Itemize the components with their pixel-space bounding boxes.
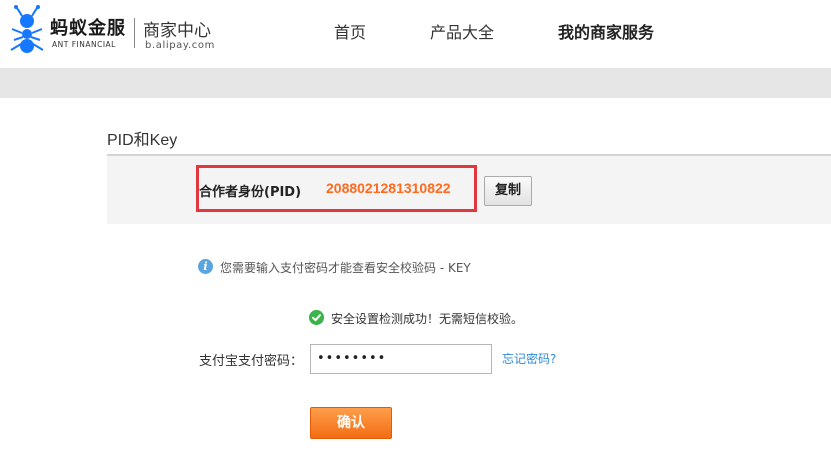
brand-logo[interactable]: 蚂蚁金服 ANT FINANCIAL 商家中心 b.alipay.com — [8, 4, 218, 60]
nav-my-merchant-services[interactable]: 我的商家服务 — [558, 19, 654, 43]
logo-divider — [134, 18, 135, 48]
confirm-button[interactable]: 确认 — [310, 407, 392, 439]
nav-home[interactable]: 首页 — [334, 19, 366, 43]
copy-pid-button[interactable]: 复制 — [484, 176, 532, 206]
brand-name: 蚂蚁金服 — [50, 18, 126, 39]
info-icon: i — [198, 259, 213, 274]
check-circle-icon — [309, 310, 324, 325]
password-label: 支付宝支付密码： — [199, 354, 304, 369]
merchant-center-title: 商家中心 — [143, 21, 211, 41]
security-check-text: 安全设置检测成功！无需短信校验。 — [331, 312, 524, 326]
forgot-password-link[interactable]: 忘记密码? — [502, 350, 556, 367]
top-header: 蚂蚁金服 ANT FINANCIAL 商家中心 b.alipay.com 首页 … — [0, 0, 831, 68]
brand-name-en: ANT FINANCIAL — [52, 40, 116, 49]
key-notice-text: 您需要输入支付密码才能查看安全校验码 - KEY — [220, 261, 471, 275]
ant-logo-icon — [10, 5, 44, 53]
pid-value[interactable]: 2088021281310822 — [326, 180, 451, 196]
merchant-center-url: b.alipay.com — [145, 40, 215, 51]
page-title: PID和Key — [107, 132, 178, 149]
header-band — [0, 68, 831, 98]
nav-products[interactable]: 产品大全 — [430, 19, 494, 43]
pid-label: 合作者身份(PID) — [199, 185, 302, 200]
payment-password-input[interactable]: •••••••• — [310, 344, 492, 374]
